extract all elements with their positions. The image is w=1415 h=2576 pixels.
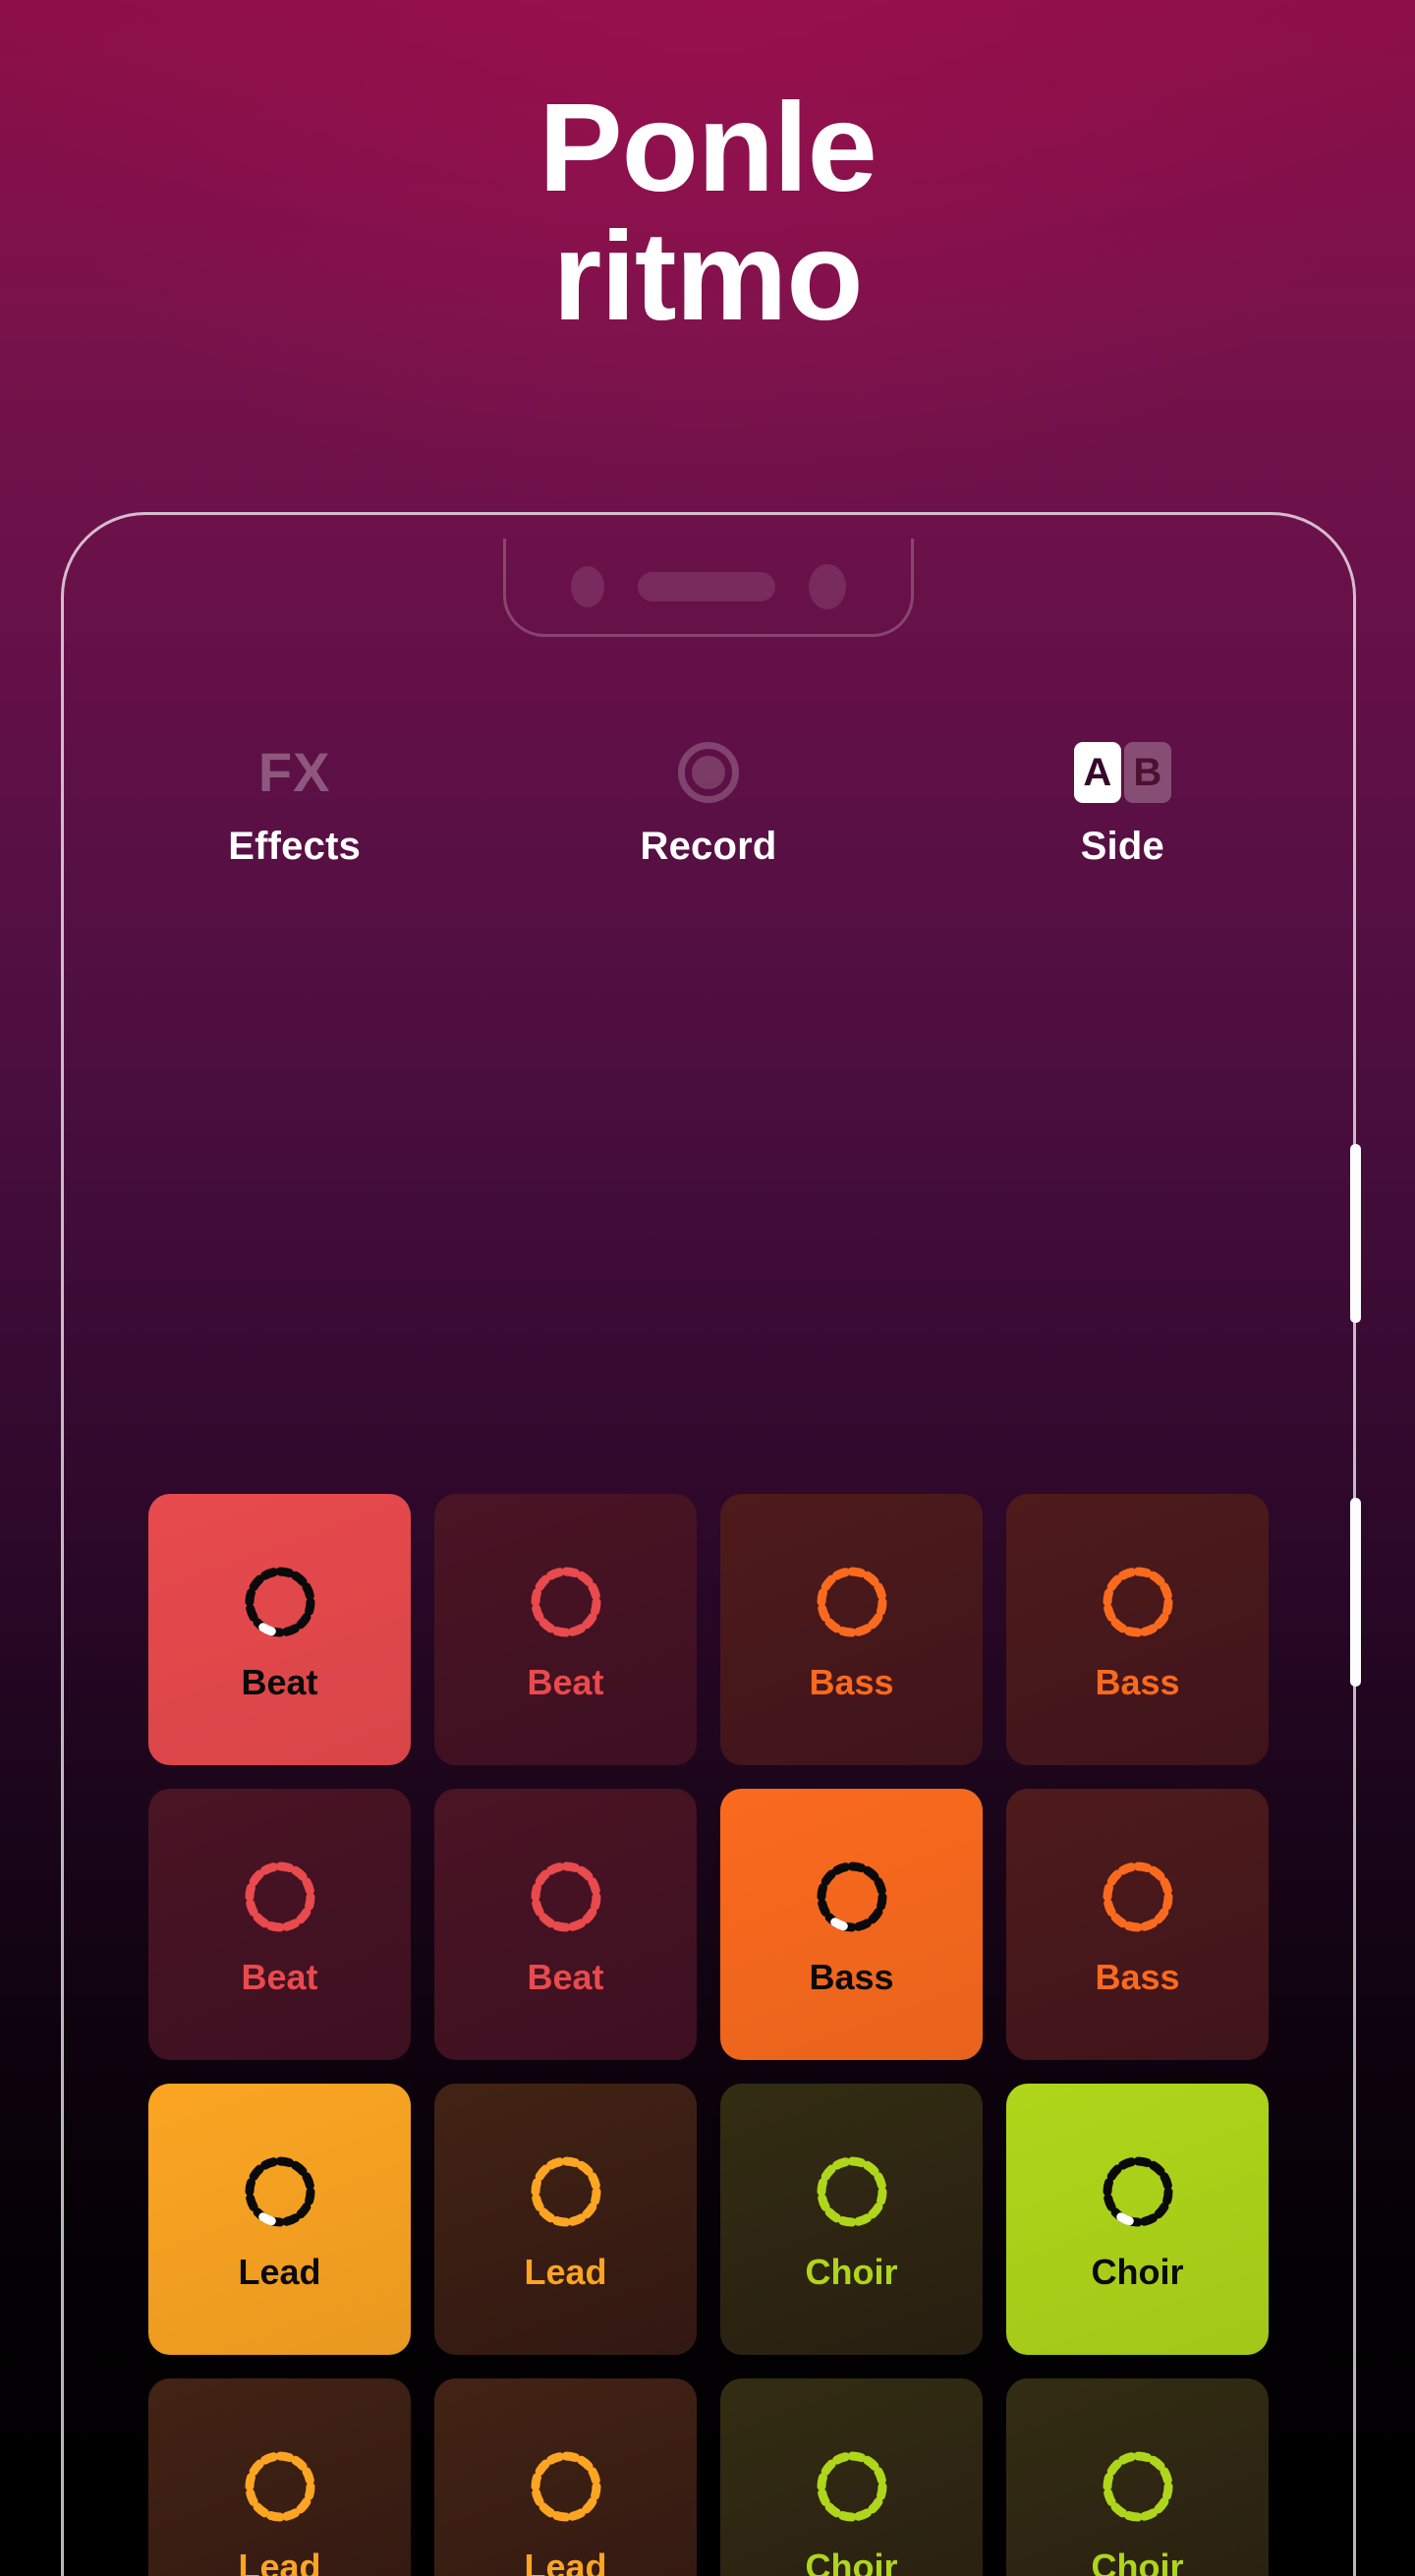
toolbar-item-effects[interactable]: FX Effects [87,742,501,869]
pad-label: Choir [1091,2547,1184,2576]
toolbar-label-effects: Effects [228,825,362,868]
app-toolbar: FX Effects Record A B Side [87,742,1330,869]
fx-text-icon: FX [258,742,331,803]
earpiece-speaker-icon [638,571,775,601]
side-key-a[interactable]: A [1073,742,1121,803]
dashed-ring-icon [237,2148,323,2235]
pad-bass-r2c4[interactable]: Bass [1006,1789,1269,2060]
sensor-icon [809,563,846,609]
dashed-ring-icon [809,2148,895,2235]
pad-label: Lead [524,2547,607,2576]
pad-lead-r3c2[interactable]: Lead [434,2084,697,2355]
phone-notch [503,539,914,637]
pad-label: Choir [1091,2252,1184,2292]
pad-lead-r3c1[interactable]: Lead [148,2084,411,2355]
pad-label: Lead [524,2252,607,2292]
pad-label: Lead [238,2252,321,2292]
ab-toggle-group[interactable]: A B [1073,742,1171,803]
pad-beat-r1c2[interactable]: Beat [434,1494,697,1765]
phone-volume-up-button[interactable] [1350,1144,1361,1323]
dashed-ring-icon [523,1854,609,1940]
pad-choir-r3c4[interactable]: Choir [1006,2084,1269,2355]
pad-label: Beat [527,1662,604,1702]
dashed-ring-icon [809,1559,895,1645]
pad-label: Bass [1095,1957,1180,1997]
toolbar-label-side: Side [1080,825,1164,868]
pad-label: Beat [241,1662,318,1702]
pad-choir-r3c3[interactable]: Choir [720,2084,983,2355]
pad-lead-r4c1[interactable]: Lead [148,2378,411,2576]
page-title: Ponle ritmo [0,78,1415,347]
pad-beat-r2c2[interactable]: Beat [434,1789,697,2060]
pad-label: Choir [805,2547,898,2576]
phone-screen: FX Effects Record A B Side Beat Beat Bas… [87,539,1330,2576]
dashed-ring-icon [237,1854,323,1940]
fx-glyph-label: FX [257,741,331,803]
camera-icon [571,565,604,607]
record-circle-icon [677,742,739,803]
pad-label: Beat [527,1957,604,1997]
pad-beat-r2c1[interactable]: Beat [148,1789,411,2060]
toolbar-item-side[interactable]: A B Side [916,742,1330,869]
dashed-ring-icon [523,2443,609,2530]
dashed-ring-icon [1095,2443,1181,2530]
pad-label: Lead [238,2547,321,2576]
side-key-b[interactable]: B [1123,742,1171,803]
toolbar-label-record: Record [640,825,777,868]
dashed-ring-icon [1095,2148,1181,2235]
phone-mockup-frame: FX Effects Record A B Side Beat Beat Bas… [61,512,1361,2576]
dashed-ring-icon [237,1559,323,1645]
record-ring-shape [677,742,739,803]
ab-toggle-icon[interactable]: A B [1073,742,1171,803]
dashed-ring-icon [1095,1559,1181,1645]
headline-line-2: ritmo [552,205,864,347]
pad-bass-r1c3[interactable]: Bass [720,1494,983,1765]
pad-beat-r1c1[interactable]: Beat [148,1494,411,1765]
pad-bass-r2c3[interactable]: Bass [720,1789,983,2060]
pad-choir-r4c4[interactable]: Choir [1006,2378,1269,2576]
headline-line-1: Ponle [538,78,877,218]
dashed-ring-icon [809,2443,895,2530]
pad-choir-r4c3[interactable]: Choir [720,2378,983,2576]
dashed-ring-icon [523,2148,609,2235]
dashed-ring-icon [523,1559,609,1645]
dashed-ring-icon [809,1854,895,1940]
pad-label: Bass [809,1957,894,1997]
pad-label: Bass [1095,1662,1180,1702]
pad-label: Choir [805,2252,898,2292]
phone-volume-down-button[interactable] [1350,1498,1361,1687]
pad-label: Beat [241,1957,318,1997]
pad-lead-r4c2[interactable]: Lead [434,2378,697,2576]
pad-label: Bass [809,1662,894,1702]
toolbar-item-record[interactable]: Record [501,742,915,869]
dashed-ring-icon [1095,1854,1181,1940]
pad-bass-r1c4[interactable]: Bass [1006,1494,1269,1765]
dashed-ring-icon [237,2443,323,2530]
pad-grid: Beat Beat Bass Bass Beat Beat Bass Bass Lead Lead… [148,1494,1269,2576]
